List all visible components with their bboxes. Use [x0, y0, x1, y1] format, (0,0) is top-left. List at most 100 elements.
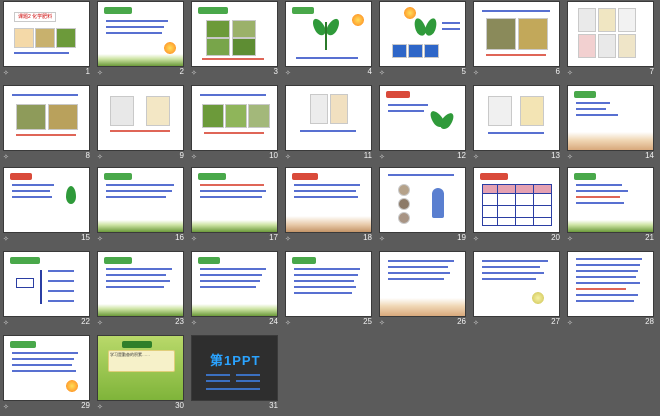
- slide-6-preview[interactable]: [474, 2, 559, 66]
- branch-text: [48, 270, 74, 272]
- slide-thumbnail-6[interactable]: ✧ 6: [470, 0, 564, 82]
- slide-thumbnail-25[interactable]: ✧ 25: [282, 250, 376, 332]
- slide-thumbnail-29[interactable]: ✧ 29: [0, 334, 94, 416]
- sun-icon: [404, 7, 416, 19]
- slide-15-transition-icon: ✧: [3, 236, 9, 243]
- slide-thumbnail-21[interactable]: ✧ 21: [564, 166, 658, 248]
- slide-6-caption: [486, 54, 546, 56]
- fertilizer-bag: [618, 34, 636, 58]
- slide-thumbnail-23[interactable]: ✧ 23: [94, 250, 188, 332]
- slide-25-text: [294, 286, 356, 288]
- slide-14-text: [576, 108, 606, 110]
- slide-3-preview[interactable]: [192, 2, 277, 66]
- slide-11-preview[interactable]: [286, 86, 371, 150]
- slide-thumbnail-4[interactable]: ✧ 4: [282, 0, 376, 82]
- slide-14-preview[interactable]: [568, 86, 653, 150]
- slide-19-preview[interactable]: [380, 168, 465, 232]
- slide-23-text: [106, 268, 172, 270]
- slide-16-preview[interactable]: [98, 168, 183, 232]
- slide-3-image-4: [232, 38, 256, 56]
- slide-3-caption: [202, 58, 264, 60]
- slide-8-caption: [16, 134, 76, 136]
- slide-4-number: 4: [367, 67, 372, 76]
- slide-5-number: 5: [461, 67, 466, 76]
- slide-11-caption: [300, 130, 356, 132]
- slide-20-preview[interactable]: [474, 168, 559, 232]
- slide-9-preview[interactable]: [98, 86, 183, 150]
- slide-thumbnail-3[interactable]: ✧ 3: [188, 0, 282, 82]
- slide-thumbnail-19[interactable]: ✧ 19: [376, 166, 470, 248]
- slide-28-preview[interactable]: [568, 252, 653, 316]
- slide-7-preview[interactable]: [568, 2, 653, 66]
- slide-19-number: 19: [457, 233, 466, 242]
- slide-thumbnail-27[interactable]: ✧ 27: [470, 250, 564, 332]
- slide-thumbnail-15[interactable]: ✧ 15: [0, 166, 94, 248]
- slide-31-preview[interactable]: 第1PPT: [192, 336, 277, 400]
- slide-thumbnail-28[interactable]: ✧ 28: [564, 250, 658, 332]
- slide-23-preview[interactable]: [98, 252, 183, 316]
- slide-thumbnail-2[interactable]: ✧ 2: [94, 0, 188, 82]
- slide-15-text: [12, 184, 54, 186]
- slide-18-number: 18: [363, 233, 372, 242]
- slide-27-preview[interactable]: [474, 252, 559, 316]
- slide-27-number: 27: [551, 317, 560, 326]
- slide-17-preview[interactable]: [192, 168, 277, 232]
- slide-31-logo: 第1PPT: [210, 353, 261, 368]
- slide-13-preview[interactable]: [474, 86, 559, 150]
- slide-thumbnail-13[interactable]: ✧ 13: [470, 84, 564, 166]
- slide-thumbnail-18[interactable]: ✧ 18: [282, 166, 376, 248]
- slide-10-number: 10: [269, 151, 278, 160]
- slide-14-flower-art: [568, 132, 653, 150]
- sample-dish: [398, 184, 410, 196]
- slide-2-preview[interactable]: [98, 2, 183, 66]
- slide-thumbnail-31[interactable]: 第1PPT 31: [188, 334, 282, 416]
- slide-1-preview[interactable]: 课题2 化学肥料: [4, 2, 89, 66]
- slide-25-header: [292, 257, 316, 264]
- slide-4-preview[interactable]: [286, 2, 371, 66]
- slide-11-number: 11: [363, 151, 372, 160]
- slide-thumbnail-14[interactable]: ✧ 14: [564, 84, 658, 166]
- slide-5-text: [442, 22, 460, 24]
- slide-30-preview[interactable]: 学习是勤奋的积累……: [98, 336, 183, 400]
- leaf-icon: [423, 16, 439, 38]
- slide-21-text: [576, 184, 622, 186]
- slide-thumbnail-5[interactable]: ✧ 5: [376, 0, 470, 82]
- slide-18-preview[interactable]: [286, 168, 371, 232]
- slide-15-preview[interactable]: [4, 168, 89, 232]
- slide-thumbnail-10[interactable]: ✧ 10: [188, 84, 282, 166]
- slide-thumbnail-16[interactable]: ✧ 16: [94, 166, 188, 248]
- slide-thumbnail-17[interactable]: ✧ 17: [188, 166, 282, 248]
- slide-13-caption: [488, 132, 544, 134]
- slide-thumbnail-8[interactable]: ✧ 8: [0, 84, 94, 166]
- slide-thumbnail-1[interactable]: 课题2 化学肥料 ✧ 1: [0, 0, 94, 82]
- slide-25-preview[interactable]: [286, 252, 371, 316]
- slide-thumbnail-9[interactable]: ✧ 9: [94, 84, 188, 166]
- slide-thumbnail-26[interactable]: ✧ 26: [376, 250, 470, 332]
- slide-21-preview[interactable]: [568, 168, 653, 232]
- slide-thumbnail-24[interactable]: ✧ 24: [188, 250, 282, 332]
- fertilizer-bag: [488, 96, 512, 126]
- slide-thumbnail-22[interactable]: ✧ 22: [0, 250, 94, 332]
- slide-thumbnail-7[interactable]: ✧ 7: [564, 0, 658, 82]
- slide-20-header: [480, 173, 508, 180]
- slide-21-transition-icon: ✧: [567, 236, 573, 243]
- slide-12-text: [388, 110, 424, 112]
- slide-22-preview[interactable]: [4, 252, 89, 316]
- slide-17-grass-art: [192, 220, 277, 232]
- slide-8-preview[interactable]: [4, 86, 89, 150]
- slide-thumbnail-11[interactable]: ✧ 11: [282, 84, 376, 166]
- slide-29-preview[interactable]: [4, 336, 89, 400]
- slide-26-preview[interactable]: [380, 252, 465, 316]
- slide-28-text: [576, 270, 638, 272]
- slide-thumbnail-30[interactable]: 学习是勤奋的积累…… ✧ 30: [94, 334, 188, 416]
- slide-26-text: [388, 266, 448, 268]
- slide-10-preview[interactable]: [192, 86, 277, 150]
- slide-12-preview[interactable]: [380, 86, 465, 150]
- slide-thumbnail-20[interactable]: ✧ 20: [470, 166, 564, 248]
- slide-thumbnail-12[interactable]: ✧ 12: [376, 84, 470, 166]
- slide-25-text: [294, 280, 354, 282]
- slide-17-transition-icon: ✧: [191, 236, 197, 243]
- slide-3-image-2: [232, 20, 256, 38]
- slide-24-preview[interactable]: [192, 252, 277, 316]
- slide-5-preview[interactable]: [380, 2, 465, 66]
